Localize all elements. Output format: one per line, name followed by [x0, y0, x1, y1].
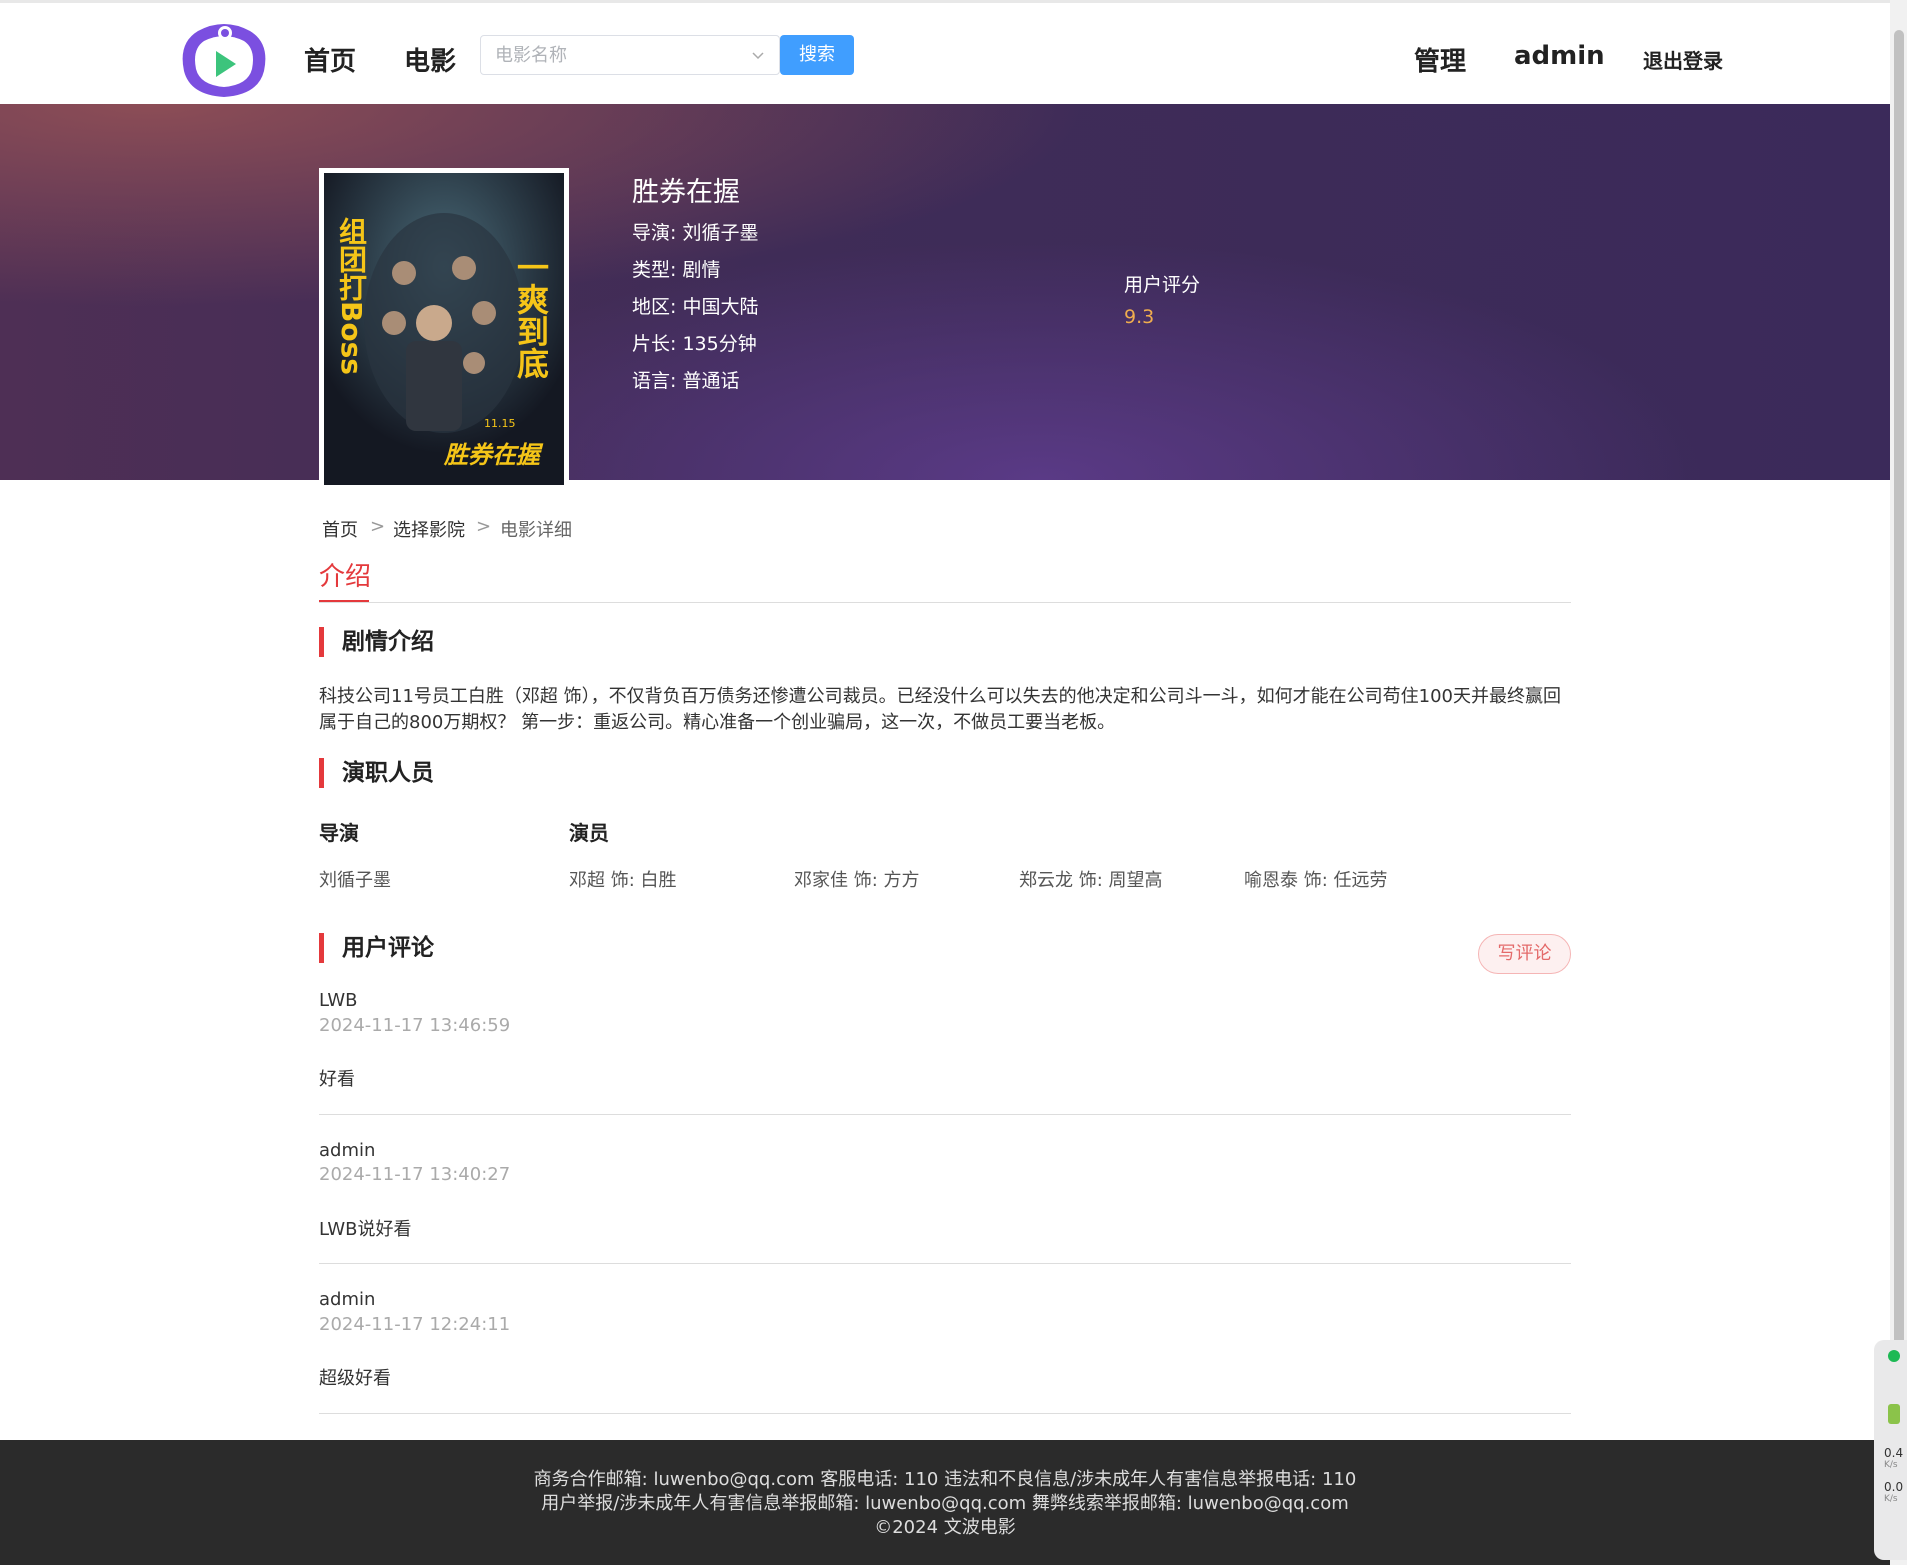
movie-title: 胜券在握 [632, 177, 740, 208]
search-input[interactable] [481, 36, 731, 74]
poster-date-text: 11.15 [484, 417, 516, 430]
comment-text: 超级好看 [319, 1368, 391, 1389]
divider [319, 1263, 1571, 1264]
download-unit: K/s [1884, 1494, 1898, 1504]
page-footer: 商务合作邮箱: luwenbo@qq.com 客服电话: 110 违法和不良信息… [0, 1440, 1890, 1565]
poster-left-text: 组团打Boss [335, 217, 368, 375]
breadcrumb-home[interactable]: 首页 [322, 516, 358, 542]
footer-line: 商务合作邮箱: luwenbo@qq.com 客服电话: 110 违法和不良信息… [533, 1469, 1357, 1490]
comment-time: 2024-11-17 12:24:11 [319, 1314, 511, 1335]
breadcrumb-separator: > [476, 516, 492, 537]
breadcrumb-current: 电影详细 [500, 520, 572, 541]
director-heading: 导演 [319, 821, 359, 845]
scrollbar-thumb[interactable] [1894, 30, 1904, 1440]
movie-banner [0, 104, 1890, 480]
comment-time: 2024-11-17 13:40:27 [319, 1164, 511, 1185]
movie-director: 导演: 刘循子墨 [632, 222, 759, 244]
poster-title-text: 胜券在握 [444, 440, 540, 469]
comment-user: admin [319, 1140, 376, 1161]
poster-right-text: 一爽到底 [512, 251, 550, 379]
nav-home[interactable]: 首页 [304, 41, 356, 78]
actor-item: 邓家佳 饰: 方方 [794, 870, 920, 891]
comments-heading: 用户评论 [319, 933, 434, 963]
comment-user: LWB [319, 990, 358, 1011]
movie-language: 语言: 普通话 [632, 370, 740, 392]
rating-label: 用户评分 [1124, 274, 1201, 296]
search-button[interactable]: 搜索 [780, 35, 854, 75]
synopsis-text: 科技公司11号员工白胜（邓超 饰），不仅背负百万债务还惨遭公司裁员。已经没什么可… [319, 686, 1561, 733]
download-speed: 0.0 [1884, 1480, 1904, 1494]
actor-item: 喻恩泰 饰: 任远劳 [1244, 870, 1388, 891]
battery-icon [1888, 1404, 1900, 1424]
divider [319, 602, 1571, 603]
movie-poster: 组团打Boss 一爽到底 11.15 胜券在握 [319, 168, 569, 490]
search-select[interactable] [480, 35, 780, 75]
divider [319, 1114, 1571, 1115]
breadcrumb-separator: > [370, 516, 386, 537]
movie-region: 地区: 中国大陆 [632, 296, 759, 318]
nav-movies[interactable]: 电影 [404, 41, 456, 78]
network-speed-widget[interactable]: 0.4 K/s 0.0 K/s [1874, 1340, 1907, 1560]
rating-value: 9.3 [1124, 306, 1155, 328]
comment-user: admin [319, 1289, 376, 1310]
movie-duration: 片长: 135分钟 [632, 333, 757, 355]
manage-link[interactable]: 管理 [1414, 41, 1466, 78]
movie-genre: 类型: 剧情 [632, 259, 721, 281]
actor-item: 郑云龙 饰: 周望高 [1019, 870, 1163, 891]
cast-heading: 演职人员 [319, 758, 434, 788]
footer-copyright: ©2024 文波电影 [874, 1517, 1016, 1538]
breadcrumb-cinema[interactable]: 选择影院 [393, 516, 465, 542]
divider [319, 1413, 1571, 1414]
comment-text: LWB说好看 [319, 1219, 412, 1240]
footer-line: 用户举报/涉未成年人有害信息举报邮箱: luwenbo@qq.com 舞弊线索举… [541, 1493, 1349, 1514]
tab-intro[interactable]: 介绍 [319, 556, 371, 593]
status-dot-icon [1888, 1350, 1900, 1362]
write-review-button[interactable]: 写评论 [1478, 934, 1571, 974]
comment-time: 2024-11-17 13:46:59 [319, 1015, 511, 1036]
director-name: 刘循子墨 [319, 870, 391, 891]
chevron-down-icon[interactable] [751, 48, 765, 62]
actor-item: 邓超 饰: 白胜 [569, 870, 677, 891]
synopsis-heading: 剧情介绍 [319, 627, 434, 657]
upload-speed: 0.4 [1884, 1446, 1904, 1460]
logo-icon[interactable] [178, 19, 270, 99]
username-link[interactable]: admin [1514, 41, 1605, 71]
scrollbar[interactable] [1890, 0, 1907, 1565]
top-header: 首页 电影 搜索 管理 admin 退出登录 [0, 0, 1890, 104]
logout-link[interactable]: 退出登录 [1643, 45, 1723, 74]
upload-unit: K/s [1884, 1460, 1898, 1470]
comment-text: 好看 [319, 1069, 355, 1090]
actor-heading: 演员 [569, 821, 609, 845]
